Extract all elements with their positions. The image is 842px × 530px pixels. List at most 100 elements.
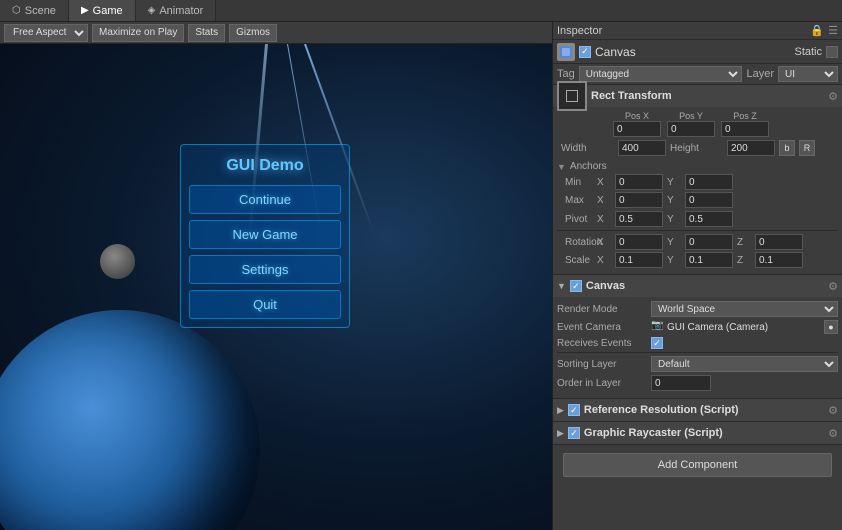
pivot-row: Pivot X Y xyxy=(557,211,838,227)
anchors-collapse-icon: ▼ xyxy=(557,162,566,172)
render-mode-select[interactable]: World Space xyxy=(651,301,838,317)
ref-res-name: Reference Resolution (Script) xyxy=(584,404,824,416)
gui-panel: GUI Demo Continue New Game Settings Quit xyxy=(180,144,350,328)
rot-z-input[interactable] xyxy=(755,234,803,250)
aspect-select[interactable]: Free Aspect xyxy=(4,24,88,42)
reference-resolution-header[interactable]: ▶ ✓ Reference Resolution (Script) ⚙ xyxy=(553,399,842,421)
scale-y-input[interactable] xyxy=(685,252,733,268)
anchors-min-label: Min xyxy=(565,177,593,188)
graphic-raycaster-header[interactable]: ▶ ✓ Graphic Raycaster (Script) ⚙ xyxy=(553,422,842,444)
anchor-min-x-input[interactable] xyxy=(615,174,663,190)
animator-icon: ◈ xyxy=(148,5,156,16)
anchor-min-y-input[interactable] xyxy=(685,174,733,190)
camera-select-btn[interactable]: ● xyxy=(824,320,838,334)
order-in-layer-input[interactable] xyxy=(651,375,711,391)
canvas-collapse-icon: ▼ xyxy=(557,281,566,291)
layer-select[interactable]: UI xyxy=(778,66,838,82)
rect-transform-header[interactable]: Rect Transform ⚙ xyxy=(553,85,842,107)
anchors-min-row: Min X Y xyxy=(557,174,838,190)
gui-btn-quit[interactable]: Quit xyxy=(189,290,341,319)
ref-res-checkbox[interactable]: ✓ xyxy=(568,404,580,416)
gizmos-btn[interactable]: Gizmos xyxy=(229,24,277,42)
add-component-button[interactable]: Add Component xyxy=(563,453,832,477)
rect-transform-gear[interactable]: ⚙ xyxy=(828,90,838,103)
camera-value: GUI Camera (Camera) xyxy=(667,322,822,333)
rot-x-input[interactable] xyxy=(615,234,663,250)
sorting-layer-select[interactable]: Default xyxy=(651,356,838,372)
pos-z-input[interactable] xyxy=(721,121,769,137)
tag-select[interactable]: Untagged xyxy=(579,66,743,82)
game-view: Free Aspect Maximize on Play Stats Gizmo… xyxy=(0,22,552,530)
anchors-max-row: Max X Y xyxy=(557,192,838,208)
tab-animator[interactable]: ◈ Animator xyxy=(136,0,217,21)
ref-res-collapse-icon: ▶ xyxy=(557,405,564,416)
order-in-layer-row: Order in Layer xyxy=(557,375,838,391)
render-mode-row: Render Mode World Space xyxy=(557,301,838,317)
divider-1 xyxy=(557,230,838,231)
scale-label: Scale xyxy=(565,255,593,266)
anchors-section: ▼ Anchors Min X Y Max X Y xyxy=(557,159,838,208)
main-area: Free Aspect Maximize on Play Stats Gizmo… xyxy=(0,22,842,530)
top-tabs: ⬡ Scene ▶ Game ◈ Animator xyxy=(0,0,842,22)
rot-y-input[interactable] xyxy=(685,234,733,250)
pivot-x-input[interactable] xyxy=(615,211,663,227)
canvas-object-header: ✓ Canvas Static xyxy=(553,40,842,64)
scene-icon: ⬡ xyxy=(12,5,21,16)
width-label: Width xyxy=(561,143,616,154)
graphic-raycaster-gear[interactable]: ⚙ xyxy=(828,427,838,440)
receives-events-checkbox[interactable]: ✓ xyxy=(651,337,663,349)
order-in-layer-label: Order in Layer xyxy=(557,378,647,389)
maximize-on-play-btn[interactable]: Maximize on Play xyxy=(92,24,184,42)
lock-icon[interactable]: 🔒 xyxy=(810,24,824,37)
rotation-row: Rotation X Y Z xyxy=(557,234,838,250)
anchor-max-x-input[interactable] xyxy=(615,192,663,208)
event-camera-label: Event Camera xyxy=(557,322,647,333)
tab-scene[interactable]: ⬡ Scene xyxy=(0,0,69,21)
receives-events-label: Receives Events xyxy=(557,338,647,349)
gui-title: GUI Demo xyxy=(189,153,341,179)
scale-y-axis: Y xyxy=(667,255,681,266)
static-label: Static xyxy=(794,46,822,58)
graphic-raycaster-collapse-icon: ▶ xyxy=(557,428,564,439)
object-active-checkbox[interactable]: ✓ xyxy=(579,46,591,58)
anchor-max-y-input[interactable] xyxy=(685,192,733,208)
anchors-label[interactable]: ▼ Anchors xyxy=(557,159,838,174)
pivot-y-input[interactable] xyxy=(685,211,733,227)
tab-game[interactable]: ▶ Game xyxy=(69,0,136,21)
pos-x-input[interactable] xyxy=(613,121,661,137)
canvas-component-checkbox[interactable]: ✓ xyxy=(570,280,582,292)
rect-transform-name: Rect Transform xyxy=(591,90,824,102)
menu-icon[interactable]: ☰ xyxy=(828,24,838,37)
gui-btn-new-game[interactable]: New Game xyxy=(189,220,341,249)
rect-transform-component: Rect Transform ⚙ Pos X Pos Y xyxy=(553,85,842,275)
width-input[interactable] xyxy=(618,140,666,156)
inspector-title: Inspector xyxy=(557,25,602,37)
space-background: GUI Demo Continue New Game Settings Quit xyxy=(0,44,552,530)
ref-res-gear[interactable]: ⚙ xyxy=(828,404,838,417)
game-icon: ▶ xyxy=(81,5,89,16)
b-button[interactable]: b xyxy=(779,140,795,156)
gui-btn-continue[interactable]: Continue xyxy=(189,185,341,214)
scale-z-axis: Z xyxy=(737,255,751,266)
r-button[interactable]: R xyxy=(799,140,815,156)
inspector-icons: 🔒 ☰ xyxy=(810,24,838,37)
canvas-component-header[interactable]: ▼ ✓ Canvas ⚙ xyxy=(553,275,842,297)
reference-resolution-component: ▶ ✓ Reference Resolution (Script) ⚙ xyxy=(553,399,842,422)
stats-btn[interactable]: Stats xyxy=(188,24,225,42)
tab-animator-label: Animator xyxy=(159,5,203,17)
game-toolbar: Free Aspect Maximize on Play Stats Gizmo… xyxy=(0,22,552,44)
canvas-component-gear[interactable]: ⚙ xyxy=(828,280,838,293)
scale-z-input[interactable] xyxy=(755,252,803,268)
height-label: Height xyxy=(670,143,725,154)
scale-x-input[interactable] xyxy=(615,252,663,268)
event-camera-row: Event Camera 📷 GUI Camera (Camera) ● xyxy=(557,320,838,334)
pivot-label: Pivot xyxy=(565,214,593,225)
min-y-axis: Y xyxy=(667,177,681,188)
tag-label: Tag xyxy=(557,68,575,80)
height-input[interactable] xyxy=(727,140,775,156)
graphic-raycaster-checkbox[interactable]: ✓ xyxy=(568,427,580,439)
pos-y-input[interactable] xyxy=(667,121,715,137)
planet xyxy=(0,310,260,530)
gui-btn-settings[interactable]: Settings xyxy=(189,255,341,284)
static-checkbox[interactable] xyxy=(826,46,838,58)
